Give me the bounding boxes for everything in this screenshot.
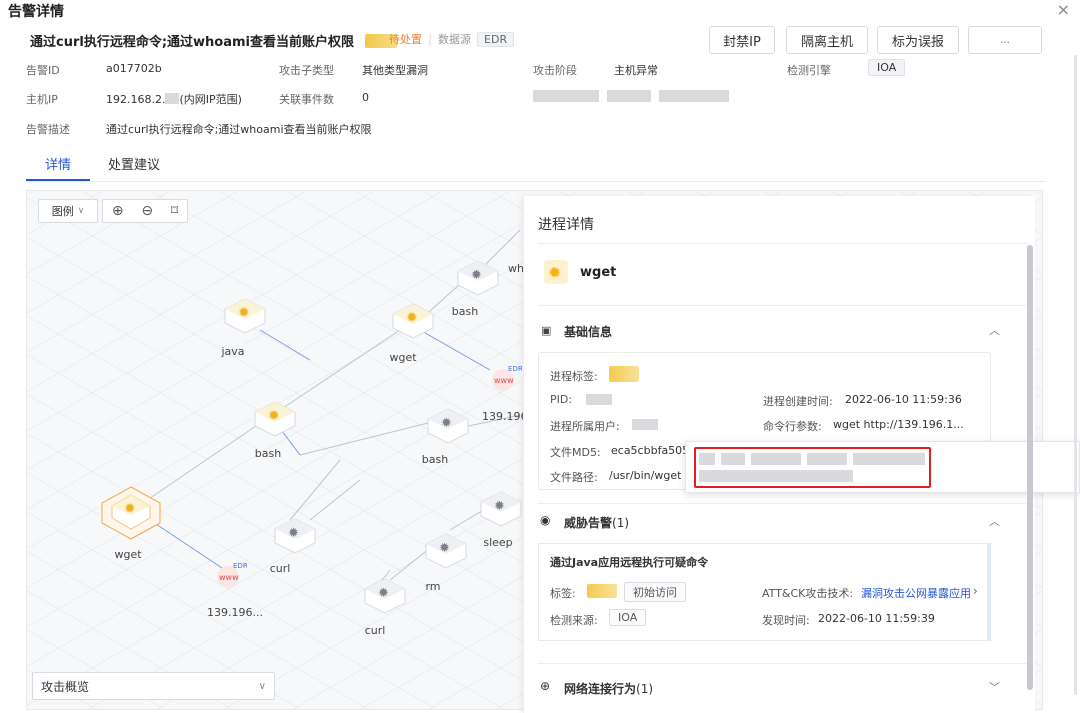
process-name: wget	[580, 265, 617, 280]
node-label-curl: curl	[269, 562, 291, 575]
path-value: /usr/bin/wget	[609, 469, 682, 482]
threat-item-title: 通过Java应用远程执行可疑命令	[550, 556, 709, 569]
edr-www-icon[interactable]: www EDR	[213, 560, 248, 590]
node-label-wget: wget	[389, 351, 417, 364]
process-user-label: 进程所属用户:	[550, 420, 620, 433]
svg-text:✹: ✹	[471, 268, 482, 283]
panel-title: 进程详情	[538, 217, 594, 233]
chevron-down-icon: ∨	[77, 206, 85, 216]
svg-text:www: www	[494, 376, 514, 385]
divider	[538, 663, 1028, 664]
fit-screen-icon[interactable]: ⌑	[171, 203, 178, 219]
threat-source-label: 检测来源:	[550, 614, 598, 627]
network-title-text: 网络连接行为	[564, 682, 637, 696]
divider	[538, 305, 1028, 306]
node-label-bash-mid2: bash	[421, 453, 449, 466]
cmdline-value[interactable]: wget http://139.196.1...	[833, 418, 964, 431]
process-node-icon[interactable]: ✹	[423, 530, 469, 570]
md5-label: 文件MD5:	[550, 446, 601, 459]
found-time-value: 2022-06-10 11:59:39	[818, 612, 935, 625]
svg-text:www: www	[219, 573, 239, 582]
threat-tag-value: 初始访问	[624, 582, 686, 602]
chevron-up-icon[interactable]: ︿	[989, 322, 1000, 338]
node-label-ip-right: 139.196	[482, 410, 528, 423]
pid-label: PID:	[550, 393, 573, 406]
svg-text:✹: ✹	[238, 305, 250, 321]
threat-tag-label: 标签:	[550, 587, 576, 600]
divider	[538, 503, 1028, 504]
node-label-bash: bash	[451, 305, 479, 318]
network-count: (1)	[636, 682, 654, 696]
masked-value	[632, 419, 658, 430]
process-node-icon[interactable]: ✹	[252, 398, 298, 438]
legend-label: 图例	[51, 205, 74, 218]
process-node-icon[interactable]: ✹	[272, 515, 318, 555]
attck-link[interactable]: 漏洞攻击公网暴露应用	[861, 585, 971, 601]
threat-title: 威胁告警(1)	[564, 514, 629, 531]
svg-text:✹: ✹	[406, 310, 418, 326]
panel-divider	[538, 243, 1028, 244]
svg-text:✹: ✹	[439, 541, 450, 556]
threat-count: (1)	[612, 516, 630, 530]
svg-text:✹: ✹	[494, 499, 505, 514]
zoom-toolbar: ⊕ ⊖ ⌑	[102, 199, 188, 223]
masked-value	[586, 394, 612, 405]
selected-node-icon[interactable]: ✹	[100, 485, 162, 541]
node-label-wh: wh	[508, 262, 524, 275]
process-gear-icon: ✹	[543, 259, 569, 285]
chevron-down-icon: ∨	[258, 680, 266, 692]
process-node-icon[interactable]: ✹	[390, 300, 436, 340]
node-label-sleep: sleep	[483, 536, 513, 549]
zoom-in-icon[interactable]: ⊕	[112, 203, 124, 219]
zoom-out-icon[interactable]: ⊖	[141, 203, 153, 219]
svg-text:✹: ✹	[268, 408, 280, 424]
document-icon: ▣	[541, 324, 552, 337]
process-node-icon[interactable]: ✹	[478, 488, 524, 528]
svg-text:✹: ✹	[378, 586, 389, 601]
svg-text:✹: ✹	[441, 416, 452, 431]
chevron-up-icon[interactable]: ︿	[989, 513, 1000, 529]
svg-text:EDR: EDR	[508, 365, 522, 373]
page-scrollbar[interactable]	[1074, 55, 1077, 695]
svg-text:✹: ✹	[124, 501, 136, 517]
legend-select[interactable]: 图例 ∨	[38, 199, 98, 223]
process-node-icon[interactable]: ✹	[362, 575, 408, 615]
svg-text:✹: ✹	[288, 526, 299, 541]
node-label-wget-selected: wget	[114, 548, 142, 561]
edr-www-icon[interactable]: www EDR	[488, 363, 523, 393]
create-time-label: 进程创建时间:	[763, 395, 833, 408]
highlight-box	[694, 447, 931, 488]
process-node-icon[interactable]: ✹	[455, 257, 501, 297]
shield-icon: ◉	[540, 513, 551, 527]
found-time-label: 发现时间:	[762, 614, 810, 627]
panel-scrollbar[interactable]	[1027, 245, 1033, 690]
overview-select[interactable]: 攻击概览 ∨	[32, 672, 275, 700]
network-title: 网络连接行为(1)	[564, 680, 653, 697]
overview-select-label: 攻击概览	[41, 679, 90, 694]
node-label-bash-mid: bash	[254, 447, 282, 460]
process-tag-badge	[609, 366, 639, 382]
cmdline-label: 命令行参数:	[763, 420, 822, 433]
md5-value: eca5cbbfa505	[611, 444, 690, 457]
attck-label: ATT&CK攻击技术:	[762, 587, 854, 600]
node-label-rm: rm	[425, 580, 441, 593]
svg-text:EDR: EDR	[233, 562, 247, 570]
threat-tag-badge	[587, 584, 617, 598]
chevron-down-icon[interactable]: ﹀	[989, 679, 1000, 695]
globe-icon: ⊕	[540, 679, 551, 693]
process-node-icon[interactable]: ✹	[425, 405, 471, 445]
threat-source-tag: IOA	[609, 609, 647, 626]
path-label: 文件路径:	[550, 471, 598, 484]
create-time-value: 2022-06-10 11:59:36	[845, 393, 962, 406]
process-tag-label: 进程标签:	[550, 370, 598, 383]
node-label-curl-bottom: curl	[364, 624, 386, 637]
basic-info-title: 基础信息	[564, 325, 613, 339]
svg-text:✹: ✹	[548, 263, 561, 282]
node-label-ip-bottom: 139.196...	[207, 606, 263, 619]
node-label-java: java	[221, 345, 245, 358]
process-node-icon[interactable]: ✹	[222, 295, 268, 335]
threat-title-text: 威胁告警	[564, 516, 613, 530]
chevron-right-icon[interactable]: ›	[973, 584, 978, 598]
